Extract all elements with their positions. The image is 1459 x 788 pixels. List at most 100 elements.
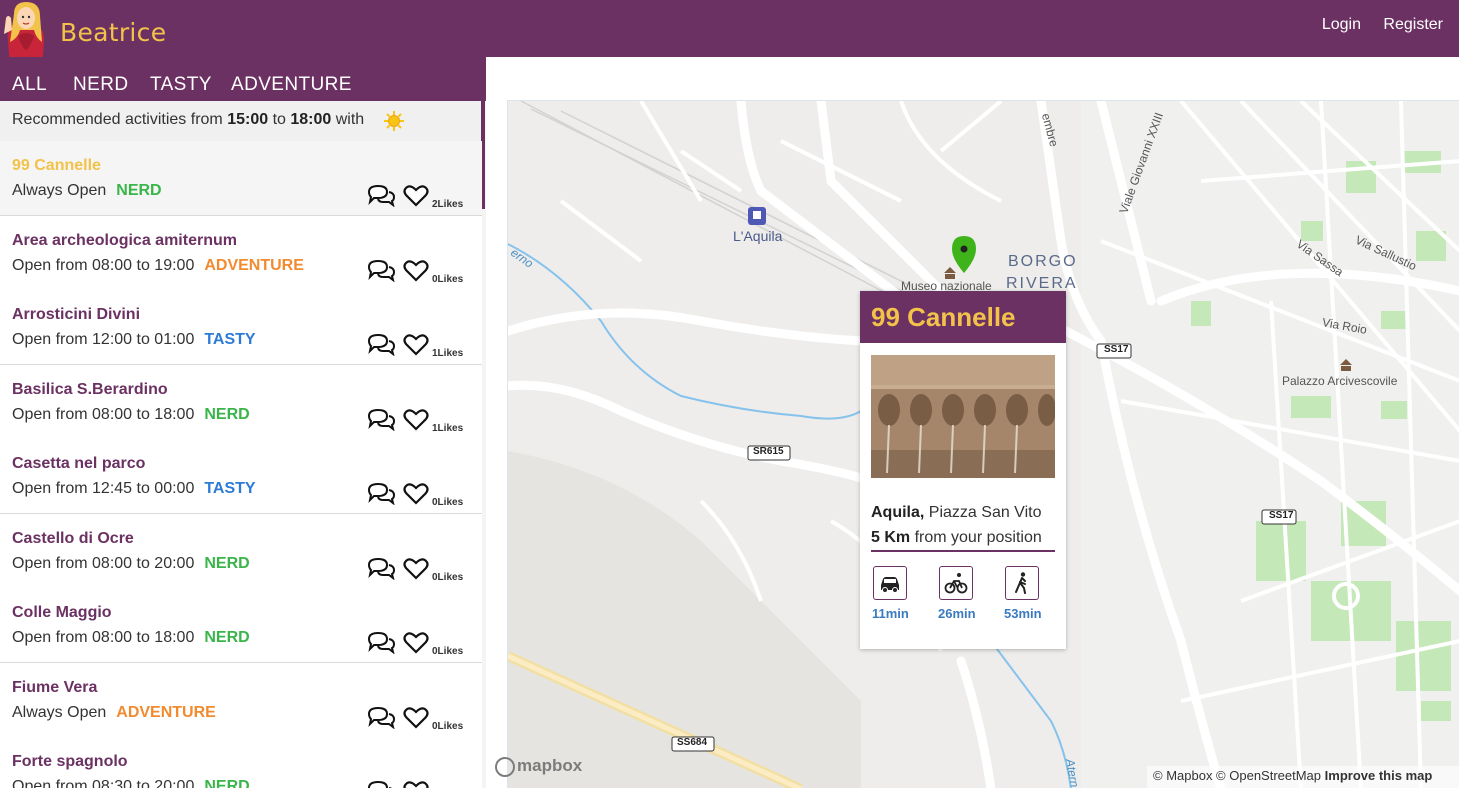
mapbox-logo-text: mapbox bbox=[517, 756, 583, 775]
activity-category-tag: NERD bbox=[116, 182, 162, 199]
login-link[interactable]: Login bbox=[1322, 16, 1361, 33]
activity-item[interactable]: Arrosticini Divini Open from 12:00 to 01:… bbox=[0, 290, 482, 365]
activity-item[interactable]: Castello di Ocre Open from 08:00 to 20:00… bbox=[0, 513, 482, 589]
reco-from-time: 15:00 bbox=[227, 111, 269, 128]
recommendation-bar: Recommended activities from 15:00 to 18:… bbox=[0, 101, 482, 141]
popup-distance-suffix: from your position bbox=[914, 529, 1042, 546]
reco-to-word: to bbox=[272, 111, 286, 128]
activity-name[interactable]: Casetta nel parco bbox=[12, 455, 145, 473]
activity-name[interactable]: Fiume Vera bbox=[12, 679, 97, 697]
tab-all[interactable]: ALL bbox=[12, 74, 47, 96]
comment-icon[interactable] bbox=[366, 779, 396, 788]
activity-name[interactable]: Forte spagnolo bbox=[12, 753, 128, 771]
likes-count: 0Likes bbox=[432, 646, 464, 657]
activity-item[interactable]: Fiume Vera Always Open ADVENTURE 0Likes bbox=[0, 662, 482, 738]
activity-item[interactable]: Area archeologica amiternum Open from 08:… bbox=[0, 215, 482, 291]
place-popup: 99 Cannelle Aquila, Piazza San Vito 5 Km… bbox=[860, 291, 1066, 649]
activity-hours: Open from 08:00 to 19:00 ADVENTURE bbox=[12, 257, 304, 275]
activity-name[interactable]: Basilica S.Berardino bbox=[12, 381, 168, 399]
likes-count: 2Likes bbox=[432, 199, 464, 210]
map-label-station: L'Aquila bbox=[733, 228, 783, 244]
improve-map-link[interactable]: Improve this map bbox=[1325, 768, 1433, 783]
activity-hours: Open from 12:45 to 00:00 TASTY bbox=[12, 480, 256, 498]
reco-prefix: Recommended activities from bbox=[12, 111, 223, 128]
comment-icon[interactable] bbox=[366, 332, 396, 357]
activity-hours-text: Open from 08:00 to 18:00 bbox=[12, 405, 195, 423]
activity-name[interactable]: Arrosticini Divini bbox=[12, 306, 140, 324]
activity-hours-text: Open from 08:00 to 18:00 bbox=[12, 629, 195, 646]
comment-icon[interactable] bbox=[366, 183, 396, 208]
activity-item[interactable]: 99 Cannelle Always Open NERD 2Likes bbox=[0, 141, 482, 216]
activity-item[interactable]: Casetta nel parco Open from 12:45 to 00:0… bbox=[0, 439, 482, 514]
map-label-borgo: BORGO bbox=[1008, 253, 1078, 270]
heart-icon[interactable] bbox=[403, 557, 429, 581]
activity-hours-text: Open from 08:30 to 20:00 bbox=[12, 778, 195, 788]
road-shield-ss17-b: SS17 bbox=[1269, 510, 1294, 521]
walk-mode-button[interactable] bbox=[1005, 566, 1039, 600]
popup-divider bbox=[871, 550, 1055, 552]
road-shield-ss684: SS684 bbox=[677, 737, 708, 748]
car-mode-button[interactable] bbox=[873, 566, 907, 600]
map-attribution: © Mapbox © OpenStreetMap Improve this ma… bbox=[1147, 766, 1459, 788]
heart-icon[interactable] bbox=[403, 631, 429, 655]
activity-hours: Open from 08:30 to 20:00 NERD bbox=[12, 778, 250, 788]
heart-icon[interactable] bbox=[403, 333, 429, 357]
mapbox-logo[interactable]: mapbox bbox=[495, 756, 582, 778]
popup-title: 99 Cannelle bbox=[871, 302, 1016, 332]
heart-icon[interactable] bbox=[403, 184, 429, 208]
tab-tasty[interactable]: TASTY bbox=[150, 74, 212, 96]
brand-name[interactable]: Beatrice bbox=[60, 18, 166, 47]
activity-hours: Open from 08:00 to 18:00 NERD bbox=[12, 629, 250, 647]
map-label-palazzo: Palazzo Arcivescovile bbox=[1282, 374, 1398, 388]
walk-time: 53min bbox=[1004, 606, 1042, 621]
activity-name[interactable]: Castello di Ocre bbox=[12, 530, 134, 548]
comment-icon[interactable] bbox=[366, 407, 396, 431]
activity-hours: Always Open ADVENTURE bbox=[12, 704, 216, 722]
heart-icon[interactable] bbox=[403, 482, 429, 506]
comment-icon[interactable] bbox=[366, 705, 396, 729]
car-icon bbox=[881, 577, 899, 593]
comment-icon[interactable] bbox=[366, 481, 396, 506]
comment-icon[interactable] bbox=[366, 258, 396, 282]
location-pin-icon[interactable] bbox=[960, 236, 984, 274]
activity-category-tag: TASTY bbox=[204, 331, 256, 348]
activity-category-tag: NERD bbox=[204, 554, 250, 572]
activity-hours-text: Open from 12:45 to 00:00 bbox=[12, 480, 195, 497]
activity-hours-text: Open from 12:00 to 01:00 bbox=[12, 331, 195, 348]
popup-street: Piazza San Vito bbox=[928, 504, 1042, 521]
tab-nerd[interactable]: NERD bbox=[73, 74, 128, 96]
road-shield-sr615: SR615 bbox=[753, 446, 784, 457]
activity-name[interactable]: Area archeologica amiternum bbox=[12, 232, 237, 250]
activity-name[interactable]: Colle Maggio bbox=[12, 604, 112, 622]
likes-count: 0Likes bbox=[432, 273, 464, 285]
heart-icon[interactable] bbox=[403, 408, 429, 432]
register-link[interactable]: Register bbox=[1383, 16, 1443, 33]
bike-time: 26min bbox=[938, 606, 976, 621]
road-shield-ss17-a: SS17 bbox=[1104, 344, 1129, 355]
activity-category-tag: ADVENTURE bbox=[204, 256, 304, 274]
car-time: 11min bbox=[872, 606, 909, 621]
heart-icon[interactable] bbox=[403, 780, 429, 788]
attribution-text[interactable]: © Mapbox © OpenStreetMap bbox=[1153, 768, 1321, 783]
likes-count: 0Likes bbox=[432, 571, 464, 583]
activity-category-tag: ADVENTURE bbox=[116, 703, 216, 721]
activity-item[interactable]: Forte spagnolo Open from 08:30 to 20:00 NE… bbox=[0, 737, 482, 788]
activity-hours: Always Open NERD bbox=[12, 182, 162, 200]
heart-icon[interactable] bbox=[403, 259, 429, 283]
popup-address: Aquila, Piazza San Vito bbox=[871, 504, 1041, 522]
activity-category-tag: NERD bbox=[204, 778, 250, 788]
reco-suffix: with bbox=[335, 111, 365, 128]
activity-hours: Open from 12:00 to 01:00 TASTY bbox=[12, 331, 256, 349]
activity-item[interactable]: Colle Maggio Open from 08:00 to 18:00 NERD… bbox=[0, 588, 482, 663]
activity-hours-text: Always Open bbox=[12, 703, 107, 721]
comment-icon[interactable] bbox=[366, 630, 396, 655]
activity-name[interactable]: 99 Cannelle bbox=[12, 157, 101, 175]
popup-header: 99 Cannelle bbox=[860, 291, 1066, 343]
tab-adventure[interactable]: ADVENTURE bbox=[231, 74, 352, 96]
activity-item[interactable]: Basilica S.Berardino Open from 08:00 to 1… bbox=[0, 364, 482, 440]
likes-count: 0Likes bbox=[432, 720, 464, 732]
bike-mode-button[interactable] bbox=[939, 566, 973, 600]
auth-links: Login Register bbox=[1304, 16, 1443, 34]
heart-icon[interactable] bbox=[403, 706, 429, 730]
comment-icon[interactable] bbox=[366, 556, 396, 580]
